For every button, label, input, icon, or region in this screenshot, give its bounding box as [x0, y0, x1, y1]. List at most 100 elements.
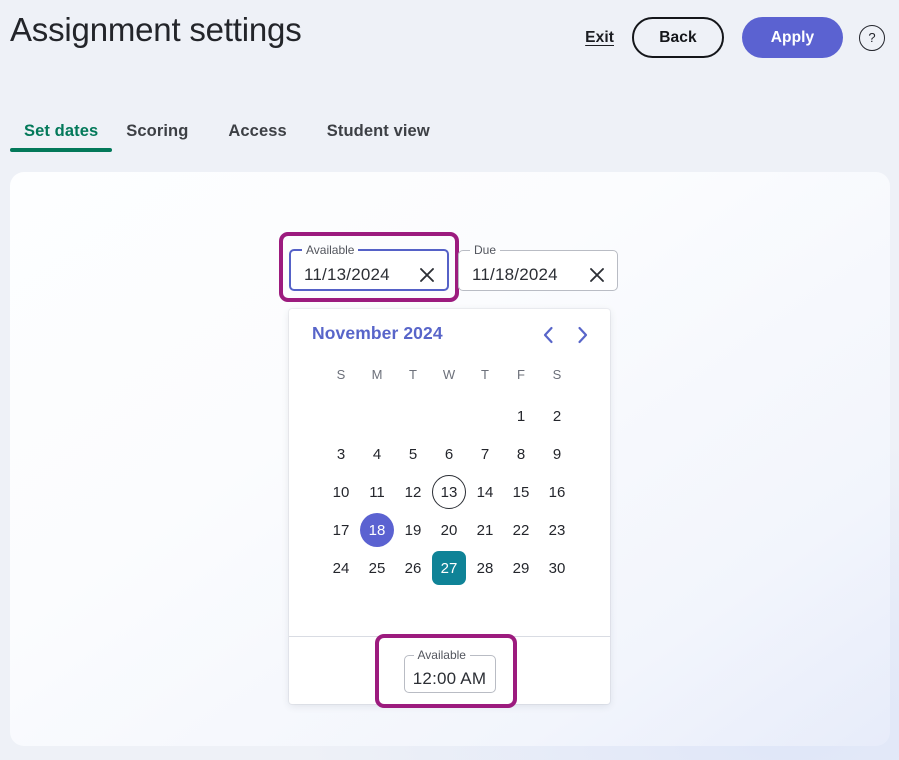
calendar-day-label: 4	[372, 445, 382, 463]
calendar-day-label: 27	[432, 551, 466, 585]
calendar-day-13[interactable]: 13	[431, 473, 467, 511]
calendar-day-label: 10	[332, 483, 350, 501]
page-header: Assignment settings Exit Back Apply ?	[0, 0, 899, 84]
weekday-label-5: F	[517, 367, 525, 382]
weekday-label-2: T	[409, 367, 417, 382]
calendar-day-label: 25	[368, 559, 386, 577]
calendar-day-24[interactable]: 24	[323, 549, 359, 587]
calendar-header: November 2024	[289, 309, 610, 362]
calendar-day-grid: 1 2 3 4 5 6 7 8 9 10 11 12 13 14 15 16 17 18 19 20 21 22 23 24 2…	[323, 397, 575, 587]
calendar-day-blank	[359, 397, 395, 435]
calendar-day-label: 15	[512, 483, 530, 501]
calendar-day-15[interactable]: 15	[503, 473, 539, 511]
close-icon[interactable]	[586, 264, 608, 286]
available-time-field[interactable]: Available 12:00 AM	[403, 648, 496, 693]
available-time-field-wrap: Available 12:00 AM	[374, 634, 517, 708]
calendar-day-3[interactable]: 3	[323, 435, 359, 473]
calendar-day-5[interactable]: 5	[395, 435, 431, 473]
available-date-legend: Available	[306, 243, 355, 257]
weekday-label-6: S	[552, 367, 562, 382]
available-date-field[interactable]: Available 11/13/2024	[289, 243, 449, 291]
tab-student-view[interactable]: Student view	[313, 122, 444, 152]
calendar-day-20[interactable]: 20	[431, 511, 467, 549]
calendar-day-8[interactable]: 8	[503, 435, 539, 473]
calendar-day-9[interactable]: 9	[539, 435, 575, 473]
calendar-day-label: 3	[336, 445, 346, 463]
calendar-day-22[interactable]: 22	[503, 511, 539, 549]
settings-panel: Available 11/13/2024 Due 11/18/2024 Nove…	[10, 172, 890, 746]
header-actions: Exit Back Apply ?	[585, 17, 885, 58]
help-glyph: ?	[868, 29, 876, 45]
calendar-day-12[interactable]: 12	[395, 473, 431, 511]
settings-tabs: Set dates Scoring Access Student view	[10, 122, 444, 152]
calendar-day-21[interactable]: 21	[467, 511, 503, 549]
calendar-day-29[interactable]: 29	[503, 549, 539, 587]
calendar-day-1[interactable]: 1	[503, 397, 539, 435]
due-date-field[interactable]: Due 11/18/2024	[458, 243, 618, 291]
calendar-month-label: November 2024	[312, 323, 443, 343]
apply-button[interactable]: Apply	[742, 17, 843, 58]
calendar-day-26[interactable]: 26	[395, 549, 431, 587]
weekday-label-3: W	[442, 367, 456, 382]
exit-link[interactable]: Exit	[585, 29, 614, 47]
calendar-day-label: 29	[512, 559, 530, 577]
chevron-right-icon[interactable]	[568, 320, 596, 350]
calendar-day-11[interactable]: 11	[359, 473, 395, 511]
calendar-day-label: 16	[548, 483, 566, 501]
calendar-day-label: 22	[512, 521, 530, 539]
tab-access[interactable]: Access	[214, 122, 300, 152]
calendar-day-23[interactable]: 23	[539, 511, 575, 549]
calendar-day-label: 28	[476, 559, 494, 577]
calendar-day-18[interactable]: 18	[359, 511, 395, 549]
calendar-day-16[interactable]: 16	[539, 473, 575, 511]
calendar-day-label: 21	[476, 521, 494, 539]
calendar-day-label: 12	[404, 483, 422, 501]
calendar-day-28[interactable]: 28	[467, 549, 503, 587]
calendar-day-19[interactable]: 19	[395, 511, 431, 549]
calendar-day-label: 24	[332, 559, 350, 577]
available-date-field-wrap: Available 11/13/2024	[279, 232, 459, 302]
calendar-day-label: 18	[360, 513, 394, 547]
calendar-day-label: 14	[476, 483, 494, 501]
calendar-day-7[interactable]: 7	[467, 435, 503, 473]
calendar-day-label: 2	[552, 407, 562, 425]
due-date-input[interactable]: 11/18/2024	[472, 265, 586, 285]
calendar-day-14[interactable]: 14	[467, 473, 503, 511]
close-icon[interactable]	[416, 264, 438, 286]
help-icon[interactable]: ?	[859, 24, 885, 51]
calendar-day-label: 30	[548, 559, 566, 577]
tab-set-dates[interactable]: Set dates	[10, 122, 113, 152]
calendar-day-blank	[467, 397, 503, 435]
calendar-day-2[interactable]: 2	[539, 397, 575, 435]
calendar-day-27[interactable]: 27	[431, 549, 467, 587]
calendar-day-blank	[431, 397, 467, 435]
page-title: Assignment settings	[10, 11, 302, 48]
calendar-day-17[interactable]: 17	[323, 511, 359, 549]
calendar-day-4[interactable]: 4	[359, 435, 395, 473]
calendar-day-label: 13	[432, 475, 466, 509]
date-fields-row: Available 11/13/2024 Due 11/18/2024	[279, 232, 618, 302]
available-date-input[interactable]: 11/13/2024	[304, 265, 416, 285]
calendar-day-label: 5	[408, 445, 418, 463]
back-button[interactable]: Back	[632, 17, 724, 58]
calendar-day-6[interactable]: 6	[431, 435, 467, 473]
calendar-nav	[534, 320, 596, 350]
date-picker-popup: November 2024 SMTWTFS 1 2 3 4 5 6 7 8 9 10 11 12 13 1…	[289, 309, 610, 708]
calendar-day-label: 9	[552, 445, 562, 463]
weekday-label-4: T	[481, 367, 489, 382]
due-date-field-wrap: Due 11/18/2024	[458, 243, 618, 291]
calendar-day-label: 19	[404, 521, 422, 539]
due-date-legend: Due	[474, 243, 497, 257]
chevron-left-icon[interactable]	[534, 320, 562, 350]
calendar-day-25[interactable]: 25	[359, 549, 395, 587]
calendar-day-label: 26	[404, 559, 422, 577]
calendar-day-label: 20	[440, 521, 458, 539]
calendar-day-label: 11	[369, 483, 385, 501]
available-time-input[interactable]: 12:00 AM	[405, 665, 495, 692]
calendar-day-label: 7	[480, 445, 490, 463]
calendar-day-blank	[323, 397, 359, 435]
tab-scoring[interactable]: Scoring	[112, 122, 202, 152]
calendar-weekday-header: SMTWTFS	[323, 365, 575, 385]
calendar-day-10[interactable]: 10	[323, 473, 359, 511]
calendar-day-30[interactable]: 30	[539, 549, 575, 587]
